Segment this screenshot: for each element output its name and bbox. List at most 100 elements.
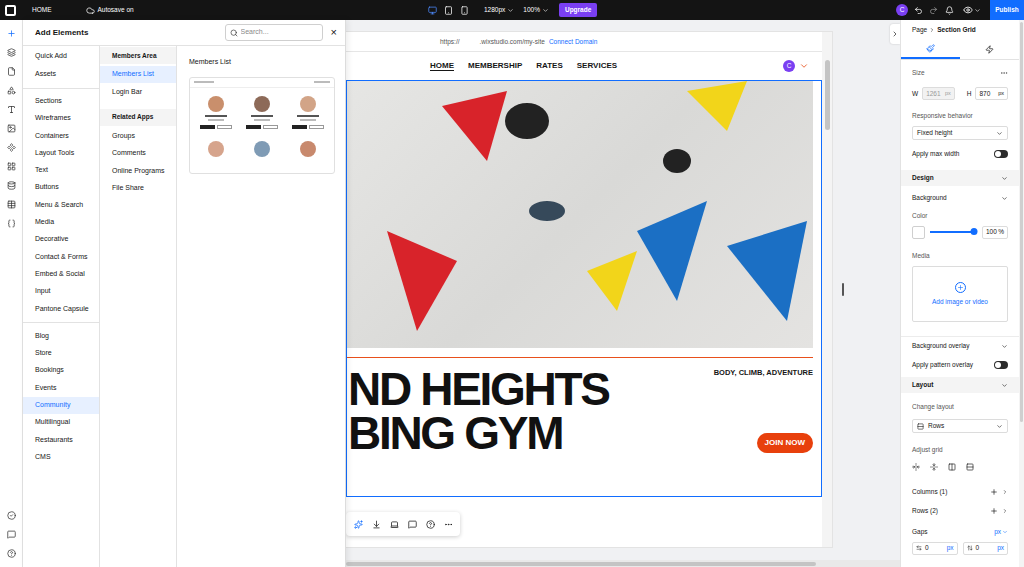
- scroll-thumb[interactable]: [825, 60, 830, 130]
- rail-button[interactable]: [7, 195, 16, 214]
- publish-button[interactable]: Publish: [990, 0, 1024, 20]
- expand-icon[interactable]: [1002, 508, 1008, 514]
- category-item[interactable]: Multilingual: [23, 414, 99, 431]
- close-button[interactable]: ×: [331, 27, 337, 38]
- category-item[interactable]: Wireframes: [23, 110, 99, 127]
- background-row[interactable]: Background: [912, 191, 1008, 205]
- rail-button[interactable]: [7, 214, 16, 233]
- rail-button[interactable]: [7, 81, 16, 100]
- chevron-icon[interactable]: [799, 61, 809, 71]
- subcategory-item[interactable]: Online Programs: [100, 162, 176, 179]
- site-avatar[interactable]: C: [783, 60, 795, 72]
- logo-icon[interactable]: [5, 5, 16, 16]
- selected-section[interactable]: ND HEIGHTSBING GYMBODY, CLIMB, ADVENTURE…: [346, 80, 822, 497]
- rail-button[interactable]: [7, 176, 16, 195]
- redo-icon[interactable]: [929, 6, 938, 15]
- category-item[interactable]: Events: [23, 379, 99, 396]
- add-column-icon[interactable]: [990, 488, 998, 496]
- slider-knob[interactable]: [971, 228, 978, 235]
- comment-icon[interactable]: [408, 520, 417, 529]
- category-item[interactable]: Restaurants: [23, 431, 99, 448]
- rail-button[interactable]: [7, 506, 16, 525]
- category-item[interactable]: Layout Tools: [23, 144, 99, 161]
- nav-item[interactable]: RATES: [536, 60, 563, 72]
- background-overlay-row[interactable]: Background overlay: [912, 339, 1008, 353]
- category-item[interactable]: Input: [23, 283, 99, 300]
- inspector-tab[interactable]: [960, 40, 1019, 59]
- vertical-gap-field[interactable]: 0px: [963, 542, 1009, 555]
- breakpoint-icon[interactable]: [390, 520, 399, 529]
- category-item[interactable]: Community: [23, 397, 99, 414]
- media-dropzone[interactable]: Add image or video: [912, 266, 1008, 322]
- inspector-tab[interactable]: [901, 40, 960, 59]
- opacity-field[interactable]: 100%: [982, 226, 1008, 239]
- category-item[interactable]: Pantone Capsule: [23, 300, 99, 317]
- page-name[interactable]: HOME: [32, 5, 52, 15]
- opacity-slider[interactable]: [930, 231, 974, 233]
- rail-button[interactable]: [7, 525, 16, 544]
- nav-item[interactable]: MEMBERSHIP: [468, 60, 522, 72]
- category-item[interactable]: Text: [23, 162, 99, 179]
- scroll-thumb[interactable]: [346, 562, 816, 566]
- category-item[interactable]: Assets: [23, 65, 99, 82]
- undo-icon[interactable]: [914, 6, 923, 15]
- upgrade-button[interactable]: Upgrade: [559, 3, 597, 17]
- rail-button[interactable]: [7, 157, 16, 176]
- pattern-overlay-toggle[interactable]: [994, 361, 1008, 369]
- connect-domain-link[interactable]: Connect Domain: [549, 37, 597, 47]
- width-select[interactable]: 1280px: [484, 5, 514, 15]
- mobile-icon[interactable]: [460, 6, 469, 15]
- rail-button[interactable]: [7, 119, 16, 138]
- layout-header[interactable]: Layout: [901, 377, 1019, 393]
- tablet-icon[interactable]: [444, 6, 453, 15]
- add-row-icon[interactable]: [990, 507, 998, 515]
- more-icon[interactable]: [1000, 69, 1008, 77]
- horizontal-gap-field[interactable]: 0px: [912, 542, 958, 555]
- rail-button[interactable]: [7, 24, 16, 43]
- category-item[interactable]: Embed & Social: [23, 266, 99, 283]
- design-header[interactable]: Design: [901, 170, 1019, 186]
- resize-handle[interactable]: [842, 283, 844, 296]
- nav-item[interactable]: SERVICES: [577, 60, 617, 72]
- distribute-horizontal-icon[interactable]: [912, 463, 920, 471]
- desktop-icon[interactable]: [428, 6, 437, 15]
- category-item[interactable]: Store: [23, 345, 99, 362]
- subcategory-item[interactable]: Members List: [100, 66, 176, 83]
- category-item[interactable]: Media: [23, 214, 99, 231]
- zoom-select[interactable]: 100%: [523, 5, 549, 15]
- breadcrumb-item[interactable]: Page: [912, 25, 927, 35]
- category-item[interactable]: Blog: [23, 327, 99, 344]
- layout-dropdown[interactable]: Rows: [912, 419, 1008, 433]
- split-columns-icon[interactable]: [948, 463, 956, 471]
- search-field[interactable]: [225, 24, 323, 41]
- gaps-unit[interactable]: px: [994, 527, 1008, 537]
- height-field[interactable]: 870px: [975, 87, 1008, 100]
- category-item[interactable]: Buttons: [23, 179, 99, 196]
- category-item[interactable]: Sections: [23, 93, 99, 110]
- subcategory-item[interactable]: Login Bar: [100, 83, 176, 100]
- members-list-thumbnail[interactable]: [189, 77, 335, 174]
- category-item[interactable]: Decorative: [23, 231, 99, 248]
- distribute-vertical-icon[interactable]: [930, 463, 938, 471]
- responsive-dropdown[interactable]: Fixed height: [912, 126, 1008, 140]
- rail-button[interactable]: [7, 62, 16, 81]
- rail-button[interactable]: [7, 138, 16, 157]
- preview-icon[interactable]: [963, 5, 973, 15]
- category-item[interactable]: Quick Add: [23, 48, 99, 65]
- chevron-icon[interactable]: [974, 7, 981, 14]
- expand-icon[interactable]: [1002, 489, 1008, 495]
- category-item[interactable]: Bookings: [23, 362, 99, 379]
- more-icon[interactable]: [444, 520, 453, 529]
- category-item[interactable]: Menu & Search: [23, 196, 99, 213]
- max-width-toggle[interactable]: [994, 150, 1008, 158]
- search-input[interactable]: [241, 27, 318, 38]
- scroll-thumb[interactable]: [1020, 22, 1023, 422]
- nav-item[interactable]: HOME: [430, 60, 454, 72]
- rail-button[interactable]: [7, 544, 16, 563]
- move-down-icon[interactable]: [372, 520, 381, 529]
- panel-toggle[interactable]: [890, 24, 900, 44]
- subcategory-item[interactable]: File Share: [100, 179, 176, 196]
- ai-icon[interactable]: [354, 520, 363, 529]
- split-rows-icon[interactable]: [966, 463, 974, 471]
- rail-button[interactable]: [7, 100, 16, 119]
